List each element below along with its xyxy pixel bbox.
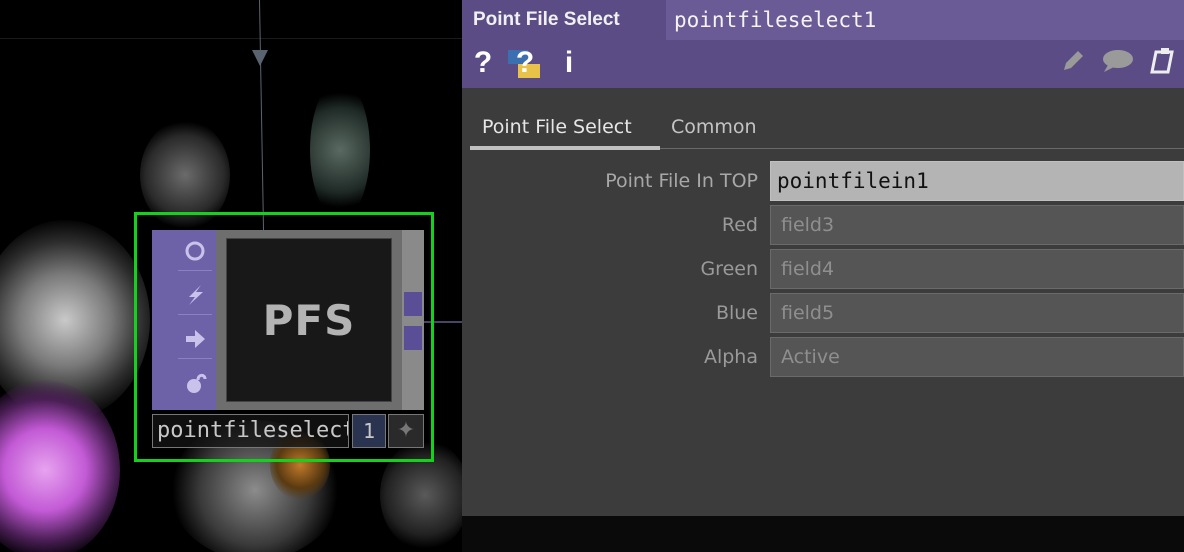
node-output-strip (402, 230, 424, 410)
pointfileselect-node[interactable]: PFS pointfileselect1 1 ✦ (152, 230, 426, 452)
param-row-blue: Blue field5 (462, 293, 1184, 333)
param-label[interactable]: Alpha (704, 337, 758, 377)
param-row-point-file-in-top: Point File In TOP pointfilein1 (462, 161, 1184, 201)
param-row-alpha: Alpha Active (462, 337, 1184, 377)
output-connector[interactable] (404, 326, 422, 350)
operator-name-field[interactable]: pointfileselect1 (666, 0, 1184, 40)
viewer-flag-icon[interactable]: ✦ (388, 414, 424, 448)
input-wire[interactable] (259, 0, 265, 230)
param-row-red: Red field3 (462, 205, 1184, 245)
node-input-strip[interactable] (152, 230, 174, 410)
tab-divider (660, 148, 1184, 149)
operator-type: Point File Select (462, 0, 666, 40)
output-connector[interactable] (404, 292, 422, 316)
param-row-green: Green field4 (462, 249, 1184, 289)
param-label[interactable]: Red (722, 205, 758, 245)
flag-circle-icon[interactable] (178, 232, 212, 271)
help-icon[interactable]: ? (470, 46, 496, 80)
wire-arrow-icon (252, 50, 268, 66)
parameter-panel: Point File Select pointfileselect1 ? ? i… (462, 0, 1184, 516)
blue-field[interactable]: field5 (770, 293, 1184, 333)
bypass-icon[interactable] (178, 276, 212, 315)
node-badge: 1 (352, 414, 386, 448)
alpha-field[interactable]: Active (770, 337, 1184, 377)
info-icon[interactable]: i (558, 46, 580, 80)
param-label[interactable]: Green (700, 249, 758, 289)
panel-header: Point File Select pointfileselect1 ? ? i (462, 0, 1184, 88)
network-strip (462, 516, 1184, 552)
active-tab-indicator (470, 146, 660, 150)
header-tools (1060, 48, 1178, 78)
arrow-right-icon[interactable] (178, 320, 212, 359)
node-flags (174, 230, 216, 410)
lock-icon[interactable] (178, 364, 212, 402)
node-viewer-label: PFS (262, 295, 356, 345)
edit-pencil-icon[interactable] (1060, 48, 1086, 78)
param-label[interactable]: Blue (716, 293, 758, 333)
node-name-label[interactable]: pointfileselect1 (152, 414, 349, 448)
comment-bubble-icon[interactable] (1100, 48, 1134, 78)
tab-point-file-select[interactable]: Point File Select (482, 108, 632, 146)
node-viewer[interactable]: PFS (226, 238, 392, 402)
parameter-tabs: Point File Select Common (470, 108, 1184, 150)
tab-common[interactable]: Common (671, 108, 757, 146)
green-field[interactable]: field4 (770, 249, 1184, 289)
clipboard-icon[interactable] (1148, 46, 1178, 80)
param-label[interactable]: Point File In TOP (605, 161, 758, 201)
node-body[interactable]: PFS (216, 230, 402, 410)
point-file-in-top-field[interactable]: pointfilein1 (770, 161, 1184, 201)
red-field[interactable]: field3 (770, 205, 1184, 245)
python-help-icon[interactable]: ? (506, 46, 544, 80)
